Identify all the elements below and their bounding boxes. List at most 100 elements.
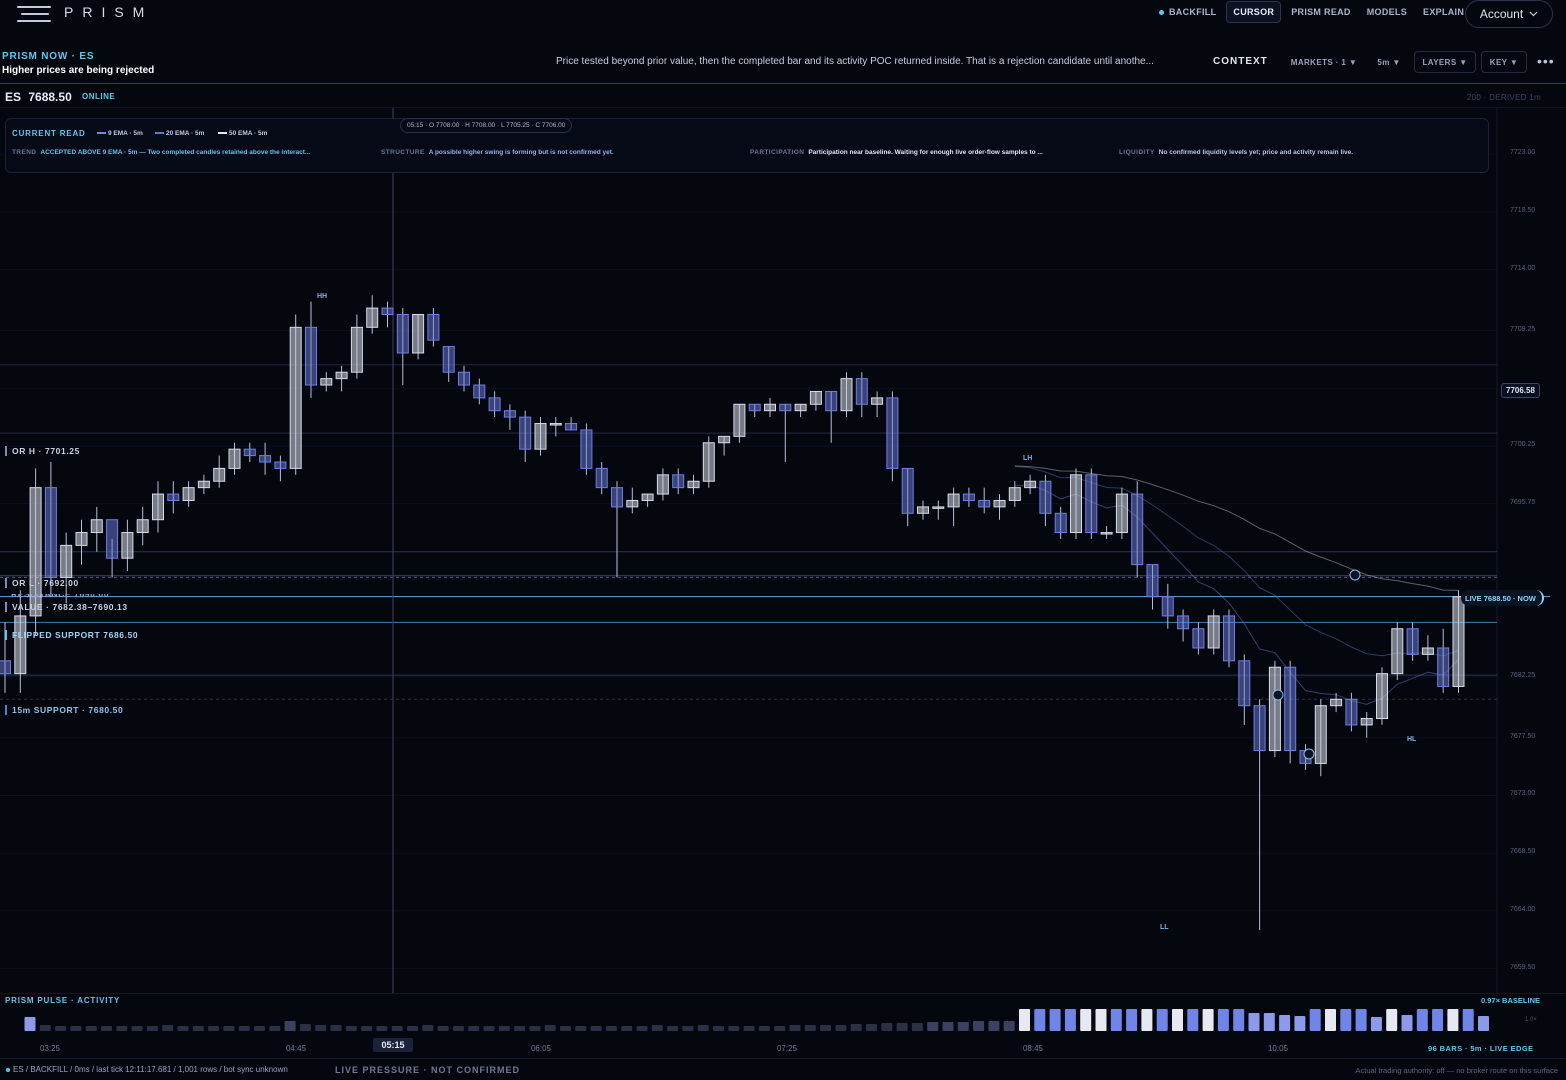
candle — [136, 506, 149, 546]
candle — [152, 481, 164, 533]
candle — [947, 487, 960, 527]
activity-bar — [835, 1025, 847, 1031]
layers-dropdown[interactable]: LAYERS ▼ — [1414, 51, 1476, 73]
candle — [305, 301, 317, 398]
candle-body-up — [1268, 666, 1281, 752]
candle-body-up — [320, 378, 333, 386]
activity-bar — [942, 1022, 954, 1031]
candle-body-down — [1177, 615, 1190, 630]
candle — [182, 481, 195, 507]
candle — [44, 462, 57, 597]
ema-20-legend[interactable]: 20 EMA · 5m — [155, 130, 204, 137]
more-options-button[interactable]: ••• — [1537, 53, 1555, 69]
candle-body-up — [549, 423, 562, 426]
activity-bar — [1478, 1016, 1489, 1031]
activity-bar — [1248, 1013, 1260, 1031]
status-dot-icon — [6, 1067, 10, 1072]
candle — [60, 532, 73, 604]
activity-bar — [973, 1021, 985, 1031]
candle — [1268, 660, 1281, 757]
activity-bar — [1401, 1015, 1413, 1031]
candle-body-up — [213, 467, 226, 482]
activity-bar — [881, 1023, 893, 1031]
menu-icon[interactable] — [17, 4, 53, 24]
price-tick-label: 7700.25 — [1510, 440, 1536, 448]
timeframe-dropdown[interactable]: 5m ▼ — [1369, 51, 1409, 73]
activity-bar — [345, 1026, 357, 1031]
candle — [809, 390, 822, 411]
candle — [75, 519, 88, 565]
nav-prism-read[interactable]: PRISM READ — [1285, 2, 1357, 22]
activity-bar — [284, 1021, 296, 1031]
account-menu[interactable]: Account — [1465, 0, 1553, 28]
candle-body-up — [136, 519, 149, 534]
activity-bar — [146, 1026, 158, 1031]
price-tick-label: 7709.25 — [1510, 325, 1536, 333]
candle-body-up — [687, 480, 700, 489]
activity-bar — [85, 1026, 97, 1031]
activity-bar — [1172, 1009, 1183, 1031]
nav-explain[interactable]: EXPLAIN — [1417, 2, 1470, 22]
ema-9-legend[interactable]: 9 EMA · 5m — [97, 130, 143, 137]
cursor-time-tag: 05:15 — [373, 1038, 413, 1052]
candle-body-down — [396, 314, 409, 354]
candlestick-chart[interactable] — [0, 108, 1566, 993]
liquidity-read: LIQUIDITY No confirmed liquidity levels y… — [1119, 149, 1485, 156]
candle-body-down — [305, 326, 317, 386]
connection-status: ONLINE — [82, 92, 116, 101]
candle-body-down — [565, 423, 578, 431]
candle-body-up — [1070, 474, 1082, 534]
nav-models[interactable]: MODELS — [1361, 2, 1413, 22]
activity-bar — [1309, 1009, 1321, 1031]
activity-bar — [774, 1026, 786, 1031]
candle — [121, 519, 134, 572]
candle — [794, 403, 807, 418]
activity-bar — [544, 1025, 556, 1031]
candle — [1115, 487, 1128, 539]
activity-bar — [24, 1017, 36, 1031]
nav-backfill[interactable]: BACKFILL — [1153, 2, 1222, 22]
activity-bar — [560, 1026, 571, 1031]
ema-50-legend[interactable]: 50 EMA · 5m — [218, 130, 267, 137]
candle-body-down — [442, 346, 455, 373]
context-button[interactable]: CONTEXT — [1213, 56, 1268, 67]
price-tick-label: 7677.50 — [1510, 732, 1536, 740]
nav-cursor[interactable]: CURSOR — [1226, 1, 1282, 23]
key-dropdown[interactable]: KEY ▼ — [1481, 51, 1527, 73]
candle — [289, 314, 302, 475]
candle-body-down — [672, 474, 685, 489]
candle — [1314, 699, 1327, 777]
current-read-title: CURRENT READ — [12, 129, 86, 138]
activity-bar — [636, 1026, 648, 1031]
candle-body-down — [855, 378, 868, 405]
candle — [519, 410, 532, 462]
activity-bar — [315, 1025, 327, 1031]
activity-bar — [1034, 1009, 1046, 1031]
candle — [595, 462, 608, 495]
candle-body-up — [1024, 480, 1037, 489]
candle — [106, 519, 119, 578]
support-15m-label: 15m SUPPORT · 7680.50 — [5, 705, 123, 715]
candle — [1024, 474, 1037, 495]
liquidity-key: LIQUIDITY — [1119, 149, 1155, 156]
activity-bar — [162, 1025, 174, 1031]
price-tick-label: 7682.25 — [1510, 671, 1536, 679]
candle-body-up — [121, 532, 134, 559]
activity-bar — [238, 1026, 250, 1031]
activity-bar — [498, 1026, 510, 1031]
activity-bar — [223, 1026, 235, 1031]
candle-body-up — [809, 390, 822, 405]
activity-bar — [514, 1026, 526, 1031]
activity-bar — [1217, 1009, 1229, 1031]
candle — [1223, 609, 1235, 668]
live-pressure: LIVE PRESSURE · NOT CONFIRMED — [335, 1065, 521, 1075]
price-chart[interactable]: 7723.007718.507714.007709.257704.757700.… — [0, 108, 1566, 993]
participation-read: PARTICIPATION Participation near baseline… — [750, 149, 1112, 156]
markets-dropdown[interactable]: MARKETS · 1 ▼ — [1287, 51, 1361, 73]
candle — [1421, 635, 1434, 661]
activity-bar — [376, 1026, 388, 1031]
candle — [167, 481, 180, 514]
activity-bar — [896, 1023, 908, 1031]
candle — [274, 455, 287, 482]
candle-body-down — [427, 314, 440, 341]
